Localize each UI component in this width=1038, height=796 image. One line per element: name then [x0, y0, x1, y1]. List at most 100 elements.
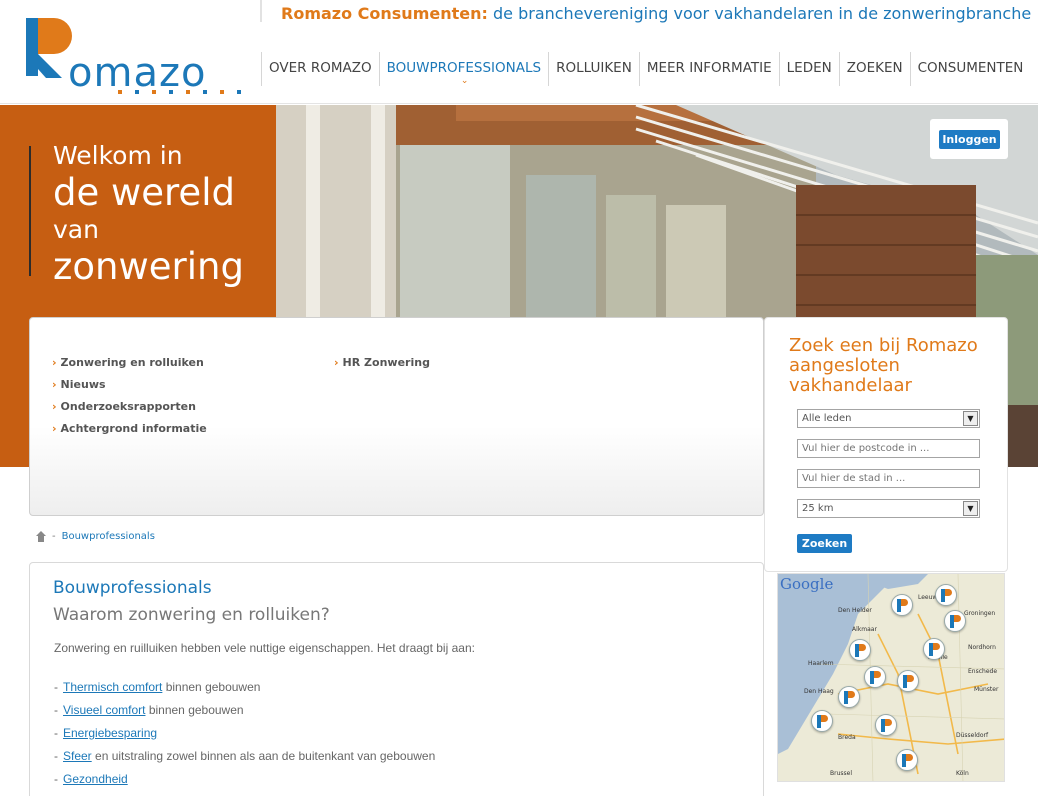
dealer-map-marker[interactable]: [811, 710, 833, 732]
dealer-map-marker[interactable]: [838, 686, 860, 708]
logo-r-mark-icon: [26, 18, 72, 78]
login-button[interactable]: Inloggen: [939, 130, 1000, 149]
breadcrumb-separator: -: [52, 531, 56, 542]
logo-dot: [220, 90, 224, 94]
dropdown-arrow-icon: ▼: [963, 501, 978, 516]
map-city-label: Brussel: [830, 770, 852, 777]
dealer-map-marker[interactable]: [897, 670, 919, 692]
map-city-label: Düsseldorf: [956, 732, 989, 739]
arrow-right-icon: ›: [334, 356, 339, 369]
radius-select[interactable]: 25 km ▼: [797, 499, 980, 518]
dealer-map-marker[interactable]: [864, 666, 886, 688]
list-dash: -: [54, 749, 58, 763]
dealer-map-marker[interactable]: [891, 594, 913, 616]
list-item-text: en uitstraling zowel binnen als aan de b…: [91, 749, 436, 763]
member-select[interactable]: Alle leden ▼: [797, 409, 980, 428]
list-item-text: binnen gebouwen: [162, 680, 261, 694]
logo-dot: [186, 90, 190, 94]
welcome-divider: [29, 146, 31, 276]
map-city-label: Enschede: [968, 668, 998, 675]
arrow-right-icon: ›: [52, 356, 57, 369]
dealer-map-marker[interactable]: [849, 639, 871, 661]
dealer-map-marker[interactable]: [935, 584, 957, 606]
link-achtergrond-informatie[interactable]: › Achtergrond informatie: [52, 422, 207, 444]
link-visueel-comfort[interactable]: Visueel comfort: [63, 703, 145, 717]
link-gezondheid[interactable]: Gezondheid: [63, 772, 128, 786]
map-city-label: Münster: [974, 686, 999, 693]
member-select-value: Alle leden: [802, 413, 852, 424]
logo-dot: [169, 90, 173, 94]
page-title: Bouwprofessionals: [53, 578, 212, 598]
list-item: - Gezondheid: [54, 772, 435, 795]
arrow-right-icon: ›: [52, 378, 57, 391]
map-city-label: Den Haag: [804, 688, 834, 695]
logo-dots: [118, 90, 241, 94]
search-submit-button[interactable]: Zoeken: [797, 534, 852, 553]
link-label: Achtergrond informatie: [60, 422, 207, 435]
dropdown-arrow-icon: ▼: [963, 411, 978, 426]
benefits-list: - Thermisch comfort binnen gebouwen - Visu…: [54, 680, 435, 795]
map-city-label: Haarlem: [808, 660, 834, 667]
tagline-divider: [260, 0, 262, 22]
dealer-map-marker[interactable]: [944, 610, 966, 632]
list-item: - Sfeer en uitstraling zowel binnen als a…: [54, 749, 435, 772]
logo-dot: [237, 90, 241, 94]
link-onderzoeksrapporten[interactable]: › Onderzoeksrapporten: [52, 400, 207, 422]
quick-links-panel: › Zonwering en rolluiken › Nieuws › Onderzo…: [29, 317, 764, 516]
list-dash: -: [54, 703, 58, 717]
main-nav: OVER ROMAZO BOUWPROFESSIONALS ⌄ ROLLUIKEN…: [261, 52, 1030, 86]
dealer-search-title: Zoek een bij Romazo aangesloten vakhande…: [789, 335, 978, 396]
list-item: - Energiebesparing: [54, 726, 435, 749]
tagline: Romazo Consumenten: de branchevereniging…: [281, 4, 1031, 23]
map-city-label: Köln: [956, 770, 969, 777]
radius-select-value: 25 km: [802, 503, 834, 514]
site-header: omazo Romazo Consumenten: de branchevere…: [0, 0, 1038, 104]
quick-links-column-2: › HR Zonwering: [334, 356, 430, 378]
logo-dot: [135, 90, 139, 94]
nav-bouwprofessionals[interactable]: BOUWPROFESSIONALS ⌄: [378, 52, 549, 86]
arrow-right-icon: ›: [52, 400, 57, 413]
list-item: - Visueel comfort binnen gebouwen: [54, 703, 435, 726]
nav-meer-informatie[interactable]: MEER INFORMATIE: [638, 52, 779, 86]
quick-links-column-1: › Zonwering en rolluiken › Nieuws › Onderzo…: [52, 356, 207, 444]
nav-rolluiken[interactable]: ROLLUIKEN: [548, 52, 639, 86]
link-nieuws[interactable]: › Nieuws: [52, 378, 207, 400]
nav-over-romazo[interactable]: OVER ROMAZO: [261, 52, 379, 86]
nav-consumenten[interactable]: CONSUMENTEN: [909, 52, 1031, 86]
welcome-line-1: Welkom in: [53, 141, 183, 170]
link-thermisch-comfort[interactable]: Thermisch comfort: [63, 680, 162, 694]
intro-text: Zonwering en ruilluiken hebben vele nutt…: [54, 641, 475, 655]
logo-dot: [152, 90, 156, 94]
city-input[interactable]: [797, 469, 980, 488]
dealer-map-marker[interactable]: [875, 714, 897, 736]
link-energiebesparing[interactable]: Energiebesparing: [63, 726, 157, 740]
list-dash: -: [54, 680, 58, 694]
link-label: HR Zonwering: [342, 356, 430, 369]
dealer-map[interactable]: Google Den Helder Leeuwarden Alkmaar Haa…: [777, 573, 1005, 782]
welcome-line-3: van: [53, 215, 99, 244]
home-icon[interactable]: [36, 531, 46, 542]
dealer-map-marker[interactable]: [923, 638, 945, 660]
list-item: - Thermisch comfort binnen gebouwen: [54, 680, 435, 703]
dealer-map-marker[interactable]: [896, 749, 918, 771]
postcode-input[interactable]: [797, 439, 980, 458]
breadcrumb: - Bouwprofessionals: [36, 531, 155, 542]
welcome-line-2: de wereld: [53, 171, 235, 214]
map-city-label: Alkmaar: [852, 626, 877, 633]
chevron-down-icon: ⌄: [460, 76, 469, 86]
link-hr-zonwering[interactable]: › HR Zonwering: [334, 356, 430, 378]
breadcrumb-current[interactable]: Bouwprofessionals: [62, 531, 155, 542]
logo-dot: [203, 90, 207, 94]
romazo-logo[interactable]: omazo: [16, 14, 241, 98]
link-zonwering-en-rolluiken[interactable]: › Zonwering en rolluiken: [52, 356, 207, 378]
map-city-label: Den Helder: [838, 607, 872, 614]
nav-zoeken[interactable]: ZOEKEN: [838, 52, 910, 86]
map-city-label: Breda: [838, 734, 856, 741]
welcome-line-4: zonwering: [53, 245, 244, 288]
arrow-right-icon: ›: [52, 422, 57, 435]
page-subtitle: Waarom zonwering en rolluiken?: [53, 605, 330, 625]
tagline-rest: de branchevereniging voor vakhandelaren …: [487, 4, 1032, 23]
tagline-strong: Romazo Consumenten:: [281, 4, 488, 23]
link-sfeer[interactable]: Sfeer: [63, 749, 92, 763]
nav-leden[interactable]: LEDEN: [778, 52, 839, 86]
